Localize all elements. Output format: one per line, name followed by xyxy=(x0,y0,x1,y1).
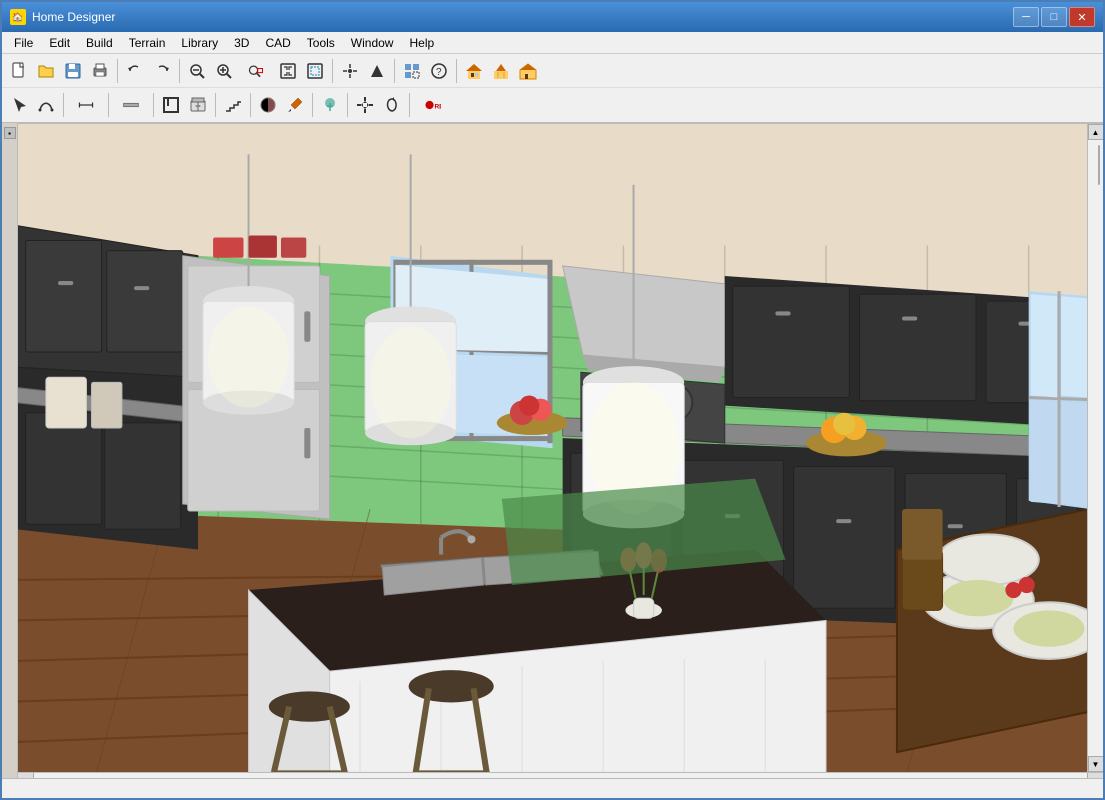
sep6 xyxy=(63,93,64,117)
menu-edit[interactable]: Edit xyxy=(41,34,78,52)
horizontal-scrollbar[interactable]: ◀ ▶ xyxy=(18,772,1103,778)
window-title: Home Designer xyxy=(32,10,115,24)
menu-cad[interactable]: CAD xyxy=(257,34,298,52)
sep1 xyxy=(117,59,118,83)
sep3 xyxy=(332,59,333,83)
sep9 xyxy=(215,93,216,117)
wall-tool-button[interactable] xyxy=(113,92,149,118)
viewport-container: ▲ ▼ ◀ ▶ xyxy=(18,123,1103,778)
room-tool-button[interactable] xyxy=(158,92,184,118)
sep13 xyxy=(409,93,410,117)
close-button[interactable]: ✕ xyxy=(1069,7,1095,27)
print-button[interactable] xyxy=(87,58,113,84)
sep8 xyxy=(153,93,154,117)
toolbar-draw: REC xyxy=(2,88,1103,122)
new-button[interactable] xyxy=(6,58,32,84)
ruler-corner: ▪ xyxy=(4,127,16,139)
viewport-scroll-area: ▲ ▼ xyxy=(18,124,1103,772)
menu-terrain[interactable]: Terrain xyxy=(121,34,174,52)
svg-text:REC: REC xyxy=(434,103,441,110)
scroll-left-button[interactable]: ◀ xyxy=(18,773,34,778)
zoom-region-button[interactable] xyxy=(302,58,328,84)
scroll-right-button[interactable]: ▶ xyxy=(1087,773,1103,778)
viewport[interactable] xyxy=(18,124,1087,772)
up-arrow-button[interactable] xyxy=(364,58,390,84)
menu-window[interactable]: Window xyxy=(343,34,402,52)
zoom-out-button[interactable] xyxy=(184,58,210,84)
toolbar-main: ? xyxy=(2,54,1103,88)
menu-3d[interactable]: 3D xyxy=(226,34,257,52)
sep5 xyxy=(456,59,457,83)
open-button[interactable] xyxy=(33,58,59,84)
svg-text:?: ? xyxy=(436,67,442,78)
toolbars: ? xyxy=(2,54,1103,123)
paint-tool-button[interactable] xyxy=(282,92,308,118)
main-area: ▪ xyxy=(2,123,1103,778)
sep2 xyxy=(179,59,180,83)
sep11 xyxy=(312,93,313,117)
sep4 xyxy=(394,59,395,83)
save-button[interactable] xyxy=(60,58,86,84)
title-bar-left: 🏠 Home Designer xyxy=(10,9,115,25)
sep12 xyxy=(347,93,348,117)
vertical-scrollbar[interactable]: ▲ ▼ xyxy=(1087,124,1103,772)
house2-button[interactable] xyxy=(488,58,514,84)
help-button[interactable]: ? xyxy=(426,58,452,84)
cabinet-tool-button[interactable] xyxy=(185,92,211,118)
transform-tool-button[interactable] xyxy=(379,92,405,118)
sep10 xyxy=(250,93,251,117)
kitchen-scene xyxy=(18,124,1087,772)
object-select-button[interactable] xyxy=(399,58,425,84)
redo-button[interactable] xyxy=(149,58,175,84)
move-tool-button[interactable] xyxy=(352,92,378,118)
pan-button[interactable] xyxy=(337,58,363,84)
main-window: 🏠 Home Designer ─ □ ✕ File Edit Build Te… xyxy=(0,0,1105,800)
polyline-tool-button[interactable] xyxy=(33,92,59,118)
select-tool-button[interactable] xyxy=(6,92,32,118)
house1-button[interactable] xyxy=(461,58,487,84)
stairs-tool-button[interactable] xyxy=(220,92,246,118)
window-controls: ─ □ ✕ xyxy=(1013,7,1095,27)
house3-button[interactable] xyxy=(515,58,541,84)
zoom-in-button[interactable] xyxy=(211,58,237,84)
undo-button[interactable] xyxy=(122,58,148,84)
fit-button[interactable] xyxy=(275,58,301,84)
menu-build[interactable]: Build xyxy=(78,34,121,52)
menu-library[interactable]: Library xyxy=(173,34,226,52)
terrain-tool-button[interactable] xyxy=(317,92,343,118)
minimize-button[interactable]: ─ xyxy=(1013,7,1039,27)
app-icon: 🏠 xyxy=(10,9,26,25)
record-button[interactable]: REC xyxy=(414,92,450,118)
left-ruler: ▪ xyxy=(2,123,18,778)
scroll-up-button[interactable]: ▲ xyxy=(1088,124,1104,140)
zoom-window-button[interactable] xyxy=(238,58,274,84)
measure-tool-button[interactable] xyxy=(68,92,104,118)
menu-help[interactable]: Help xyxy=(401,34,442,52)
scroll-down-button[interactable]: ▼ xyxy=(1088,756,1104,772)
menu-tools[interactable]: Tools xyxy=(299,34,343,52)
scroll-thumb-v[interactable] xyxy=(1098,145,1100,185)
title-bar: 🏠 Home Designer ─ □ ✕ xyxy=(2,2,1103,32)
maximize-button[interactable]: □ xyxy=(1041,7,1067,27)
material-tool-button[interactable] xyxy=(255,92,281,118)
status-bar xyxy=(2,778,1103,798)
menu-bar: File Edit Build Terrain Library 3D CAD T… xyxy=(2,32,1103,54)
menu-file[interactable]: File xyxy=(6,34,41,52)
sep7 xyxy=(108,93,109,117)
